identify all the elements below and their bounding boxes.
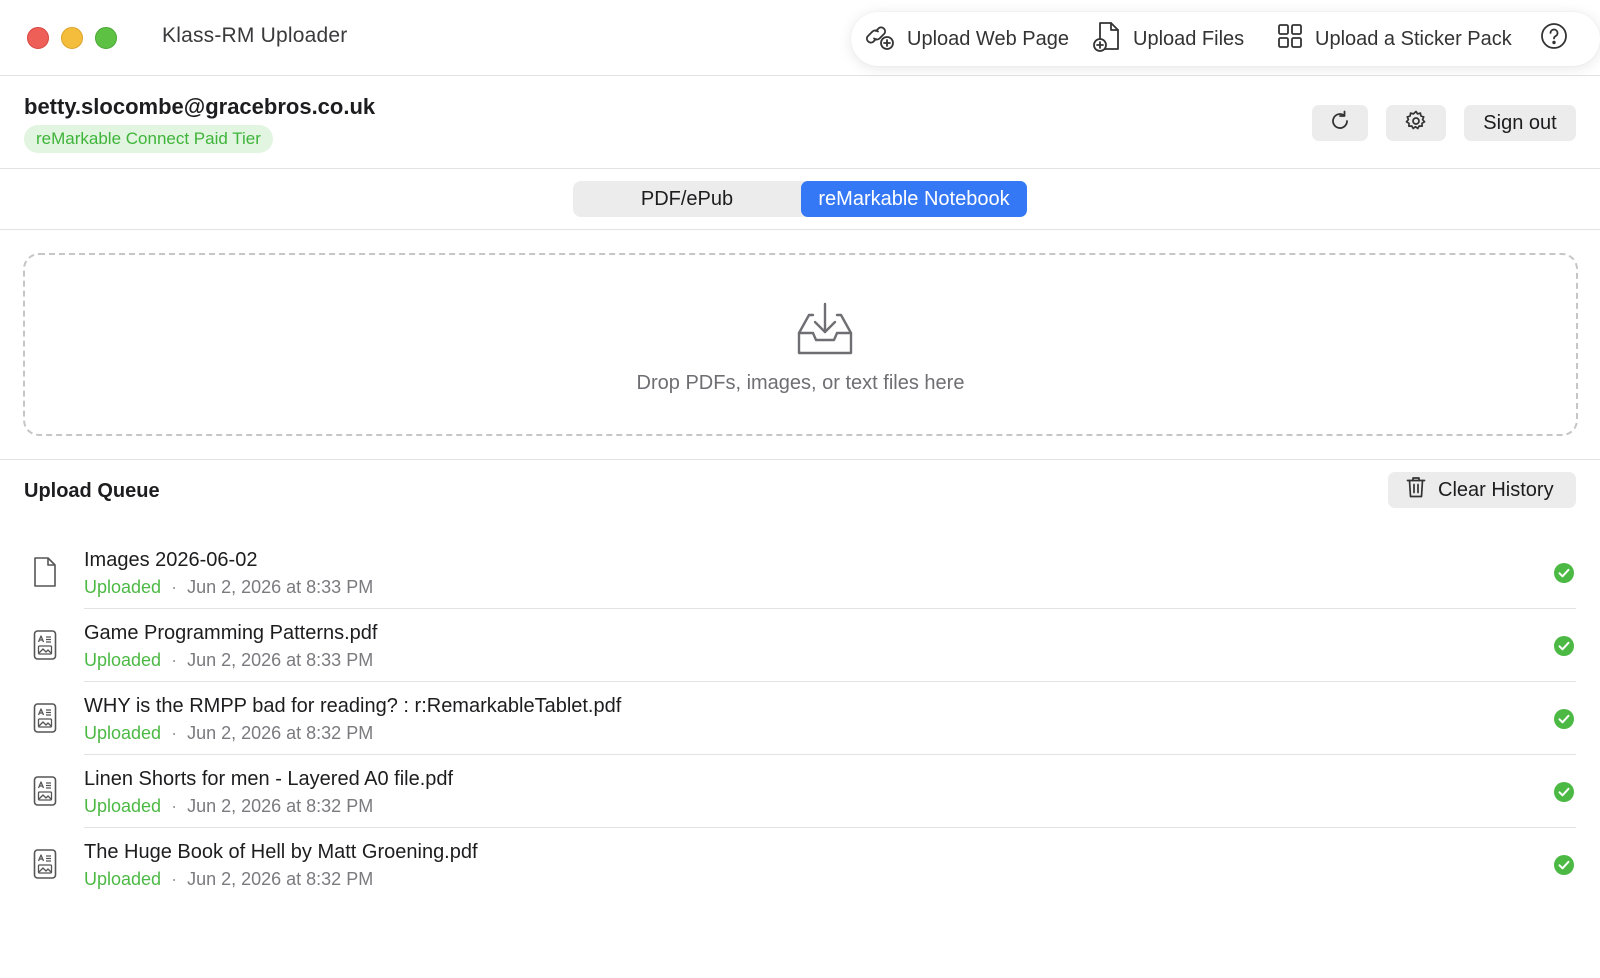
- settings-button[interactable]: [1386, 105, 1446, 141]
- queue-item-time: Jun 2, 2026 at 8:33 PM: [187, 650, 374, 670]
- queue-item[interactable]: Game Programming Patterns.pdf Uploaded · J…: [0, 609, 1600, 682]
- help-button[interactable]: [1540, 12, 1580, 66]
- upload-files-label: Upload Files: [1133, 27, 1245, 50]
- pdf-document-icon: [32, 848, 58, 885]
- pdf-document-icon: [32, 775, 58, 812]
- checkmark-circle-icon: [1554, 563, 1574, 588]
- meta-separator: ·: [171, 796, 178, 816]
- queue-item[interactable]: Linen Shorts for men - Layered A0 file.p…: [0, 755, 1600, 828]
- document-icon: [32, 556, 58, 593]
- queue-item-name: WHY is the RMPP bad for reading? : r:Rem…: [84, 695, 622, 717]
- meta-separator: ·: [171, 723, 178, 743]
- queue-item-status: Uploaded: [84, 723, 162, 743]
- toolbar: Upload Web Page Upload Files Upload a St…: [851, 12, 1600, 66]
- queue-item-time: Jun 2, 2026 at 8:32 PM: [187, 723, 374, 743]
- queue-item-meta: Uploaded · Jun 2, 2026 at 8:32 PM: [84, 723, 373, 744]
- queue-item[interactable]: WHY is the RMPP bad for reading? : r:Rem…: [0, 682, 1600, 755]
- meta-separator: ·: [171, 650, 178, 670]
- meta-separator: ·: [171, 577, 178, 597]
- mode-segmented-control: PDF/ePub reMarkable Notebook: [573, 181, 1027, 217]
- queue-item-meta: Uploaded · Jun 2, 2026 at 8:32 PM: [84, 796, 373, 817]
- queue-item-name: Linen Shorts for men - Layered A0 file.p…: [84, 768, 454, 790]
- upload-web-page-label: Upload Web Page: [907, 27, 1069, 50]
- segment-pdf-epub[interactable]: PDF/ePub: [573, 181, 801, 217]
- meta-separator: ·: [171, 869, 178, 889]
- grid-icon: [1277, 23, 1315, 55]
- clear-history-label: Clear History: [1438, 478, 1554, 501]
- sign-out-button[interactable]: Sign out: [1464, 105, 1576, 141]
- tier-badge: reMarkable Connect Paid Tier: [24, 125, 273, 153]
- minimize-window-button[interactable]: [61, 27, 83, 49]
- checkmark-circle-icon: [1554, 709, 1574, 734]
- queue-item-status: Uploaded: [84, 650, 162, 670]
- queue-item-meta: Uploaded · Jun 2, 2026 at 8:33 PM: [84, 650, 373, 671]
- upload-web-page-button[interactable]: Upload Web Page: [865, 12, 1069, 66]
- section-divider: [0, 459, 1600, 460]
- drop-zone[interactable]: Drop PDFs, images, or text files here: [23, 253, 1578, 436]
- close-window-button[interactable]: [27, 27, 49, 49]
- queue-item[interactable]: The Huge Book of Hell by Matt Groening.p…: [0, 828, 1600, 901]
- web-link-add-icon: [865, 21, 907, 57]
- tray-download-icon: [795, 301, 855, 362]
- queue-item-status: Uploaded: [84, 796, 162, 816]
- file-add-icon: [1093, 20, 1133, 58]
- mode-bar: PDF/ePub reMarkable Notebook: [0, 170, 1600, 230]
- queue-item-time: Jun 2, 2026 at 8:32 PM: [187, 796, 374, 816]
- help-icon: [1540, 22, 1580, 56]
- upload-files-button[interactable]: Upload Files: [1093, 12, 1244, 66]
- queue-item-time: Jun 2, 2026 at 8:33 PM: [187, 577, 374, 597]
- account-bar: betty.slocombe@gracebros.co.uk reMarkabl…: [0, 77, 1600, 169]
- drop-zone-text: Drop PDFs, images, or text files here: [636, 372, 965, 394]
- clear-history-button[interactable]: Clear History: [1388, 472, 1576, 508]
- account-email: betty.slocombe@gracebros.co.uk: [24, 94, 376, 119]
- checkmark-circle-icon: [1554, 636, 1574, 661]
- upload-sticker-pack-label: Upload a Sticker Pack: [1315, 27, 1512, 50]
- queue-item-status: Uploaded: [84, 869, 162, 889]
- app-window: Klass-RM Uploader Upload Web Page Upload…: [0, 0, 1600, 978]
- queue-item-meta: Uploaded · Jun 2, 2026 at 8:33 PM: [84, 577, 373, 598]
- queue-item-time: Jun 2, 2026 at 8:32 PM: [187, 869, 374, 889]
- queue-item[interactable]: Images 2026-06-02 Uploaded · Jun 2, 2026 a…: [0, 536, 1600, 609]
- queue-item-status: Uploaded: [84, 577, 162, 597]
- queue-item-name: The Huge Book of Hell by Matt Groening.p…: [84, 841, 478, 863]
- refresh-button[interactable]: [1312, 105, 1368, 141]
- app-title: Klass-RM Uploader: [162, 24, 348, 47]
- queue-item-name: Game Programming Patterns.pdf: [84, 622, 378, 644]
- upload-queue-list: Images 2026-06-02 Uploaded · Jun 2, 2026 a…: [0, 536, 1600, 901]
- upload-sticker-pack-button[interactable]: Upload a Sticker Pack: [1277, 12, 1512, 66]
- checkmark-circle-icon: [1554, 782, 1574, 807]
- pdf-document-icon: [32, 629, 58, 666]
- refresh-icon: [1329, 110, 1351, 137]
- queue-item-name: Images 2026-06-02: [84, 549, 258, 571]
- pdf-document-icon: [32, 702, 58, 739]
- title-bar: Klass-RM Uploader Upload Web Page Upload…: [0, 0, 1600, 76]
- checkmark-circle-icon: [1554, 855, 1574, 880]
- zoom-window-button[interactable]: [95, 27, 117, 49]
- queue-item-meta: Uploaded · Jun 2, 2026 at 8:32 PM: [84, 869, 373, 890]
- upload-queue-title: Upload Queue: [24, 480, 160, 502]
- segment-remarkable-notebook[interactable]: reMarkable Notebook: [801, 181, 1027, 217]
- gear-icon: [1405, 110, 1427, 137]
- trash-icon: [1406, 476, 1438, 504]
